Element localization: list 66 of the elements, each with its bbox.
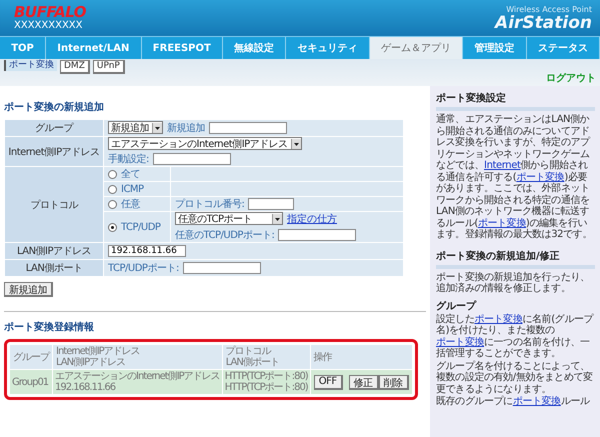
- action-button[interactable]: 削除: [378, 374, 409, 390]
- logo: BUFFALO: [14, 4, 86, 20]
- caret-icon: [290, 138, 301, 148]
- section-title: ポート変換登録情報: [4, 320, 95, 334]
- help-title: ポート変換の新規追加/修正: [436, 246, 595, 268]
- field-label: TCP/UDPポート:: [108, 262, 179, 275]
- help-heading: グループ: [436, 299, 478, 312]
- caret-icon: [152, 122, 162, 132]
- field-label: 任意のTCP/UDPポート:: [175, 228, 274, 242]
- help-link[interactable]: 指定の仕方: [287, 212, 337, 226]
- caret-icon: [272, 214, 282, 224]
- column-header: 操作: [310, 345, 412, 369]
- product-name: AirStation: [495, 14, 592, 32]
- subnav-tab[interactable]: UPnP: [92, 60, 125, 74]
- help-paragraph: 既存のグループにポート変換ルール: [436, 396, 591, 408]
- table-cell: Group01: [10, 370, 52, 394]
- table-cell: エアステーションのInternet側IPアドレス 192.168.11.66: [53, 370, 222, 394]
- action-button[interactable]: 修正: [348, 374, 379, 390]
- column-header: プロトコル LAN側ポート: [222, 345, 310, 369]
- input-field[interactable]: 192.168.11.66: [108, 245, 186, 257]
- subnav-tab[interactable]: DMZ: [60, 60, 90, 74]
- row-label: Internet側IPアドレス: [5, 137, 103, 166]
- help-paragraph: 通常、エアステーションはLAN側から開始される通信のみについてアドレス変換を行いますが、特定のアプリケーションやネットワークゲームなどでは、Internet側から開始される通信を許可する(ポート変換)必要があります。ここでは、外部ネットワークから開始される特定の通信をLAN側のネットワーク機器に転送するルール(ポート変換)の編集を行います。登録情報の最大数は32です。: [436, 114, 593, 240]
- help-paragraph: 設定したポート変換に名前(グループ名)を付けたり、また複数の ポート変換に一つの名前を付け、一括管理することができます。: [436, 314, 595, 360]
- help-link[interactable]: ポート変換: [474, 314, 522, 324]
- column-header: Internet側IPアドレス LAN側IPアドレス: [53, 345, 222, 369]
- field-label: 手動設定:: [108, 152, 149, 166]
- input-field[interactable]: [248, 198, 294, 210]
- row-label: プロトコル: [5, 167, 103, 242]
- column-header: グループ: [10, 345, 52, 369]
- dropdown[interactable]: エアステーションのInternet側IPアドレス: [108, 137, 302, 150]
- radio-label: TCP/UDP: [121, 222, 160, 232]
- toggle-button[interactable]: OFF: [314, 374, 343, 390]
- nav-tab[interactable]: ゲーム＆アプリ: [370, 37, 464, 59]
- section-title: ポート変換の新規追加: [4, 100, 105, 114]
- help-title: ポート変換設定: [436, 88, 595, 111]
- radio-button[interactable]: [108, 184, 117, 194]
- help-link[interactable]: ポート変換: [436, 336, 484, 348]
- input-field[interactable]: [209, 122, 287, 134]
- input-field[interactable]: [278, 229, 356, 241]
- radio-button[interactable]: [108, 170, 117, 178]
- help-link[interactable]: ポート変換: [478, 218, 526, 228]
- help-link[interactable]: Internet: [484, 160, 521, 171]
- dropdown[interactable]: 任意のTCPポート: [175, 212, 283, 225]
- radio-button[interactable]: [108, 200, 117, 208]
- table-cell: HTTP(TCPポート:80) HTTP(TCPポート:80): [222, 370, 310, 394]
- help-link[interactable]: ポート変換: [512, 396, 561, 407]
- radio-button[interactable]: [108, 222, 117, 232]
- help-link[interactable]: ポート変換: [516, 172, 564, 182]
- add-button[interactable]: 新規追加: [4, 282, 53, 297]
- row-label: LAN側IPアドレス: [5, 243, 103, 259]
- row-label: グループ: [5, 120, 103, 136]
- dropdown[interactable]: 新規追加: [108, 121, 163, 134]
- help-paragraph: ポート変換の新規追加を行ったり、追加済みの情報を修正します。: [436, 272, 591, 294]
- input-field[interactable]: [182, 262, 261, 274]
- radio-label: 全て: [121, 168, 140, 181]
- row-label: LAN側ポート: [5, 260, 103, 276]
- model-name: XXXXXXXXXX: [14, 20, 84, 32]
- field-label: 新規追加: [167, 122, 205, 135]
- input-field[interactable]: [152, 153, 231, 165]
- help-paragraph: グループ名を付けることによって、複数の設定の有効/無効をまとめて変更できるようになります。: [436, 360, 594, 395]
- radio-label: ICMP: [121, 184, 144, 194]
- radio-label: 任意: [121, 198, 140, 211]
- product-caption: Wireless Access Point: [506, 4, 592, 14]
- field-label: プロトコル番号:: [175, 198, 244, 211]
- subnav-tab[interactable]: ポート変換: [4, 60, 57, 71]
